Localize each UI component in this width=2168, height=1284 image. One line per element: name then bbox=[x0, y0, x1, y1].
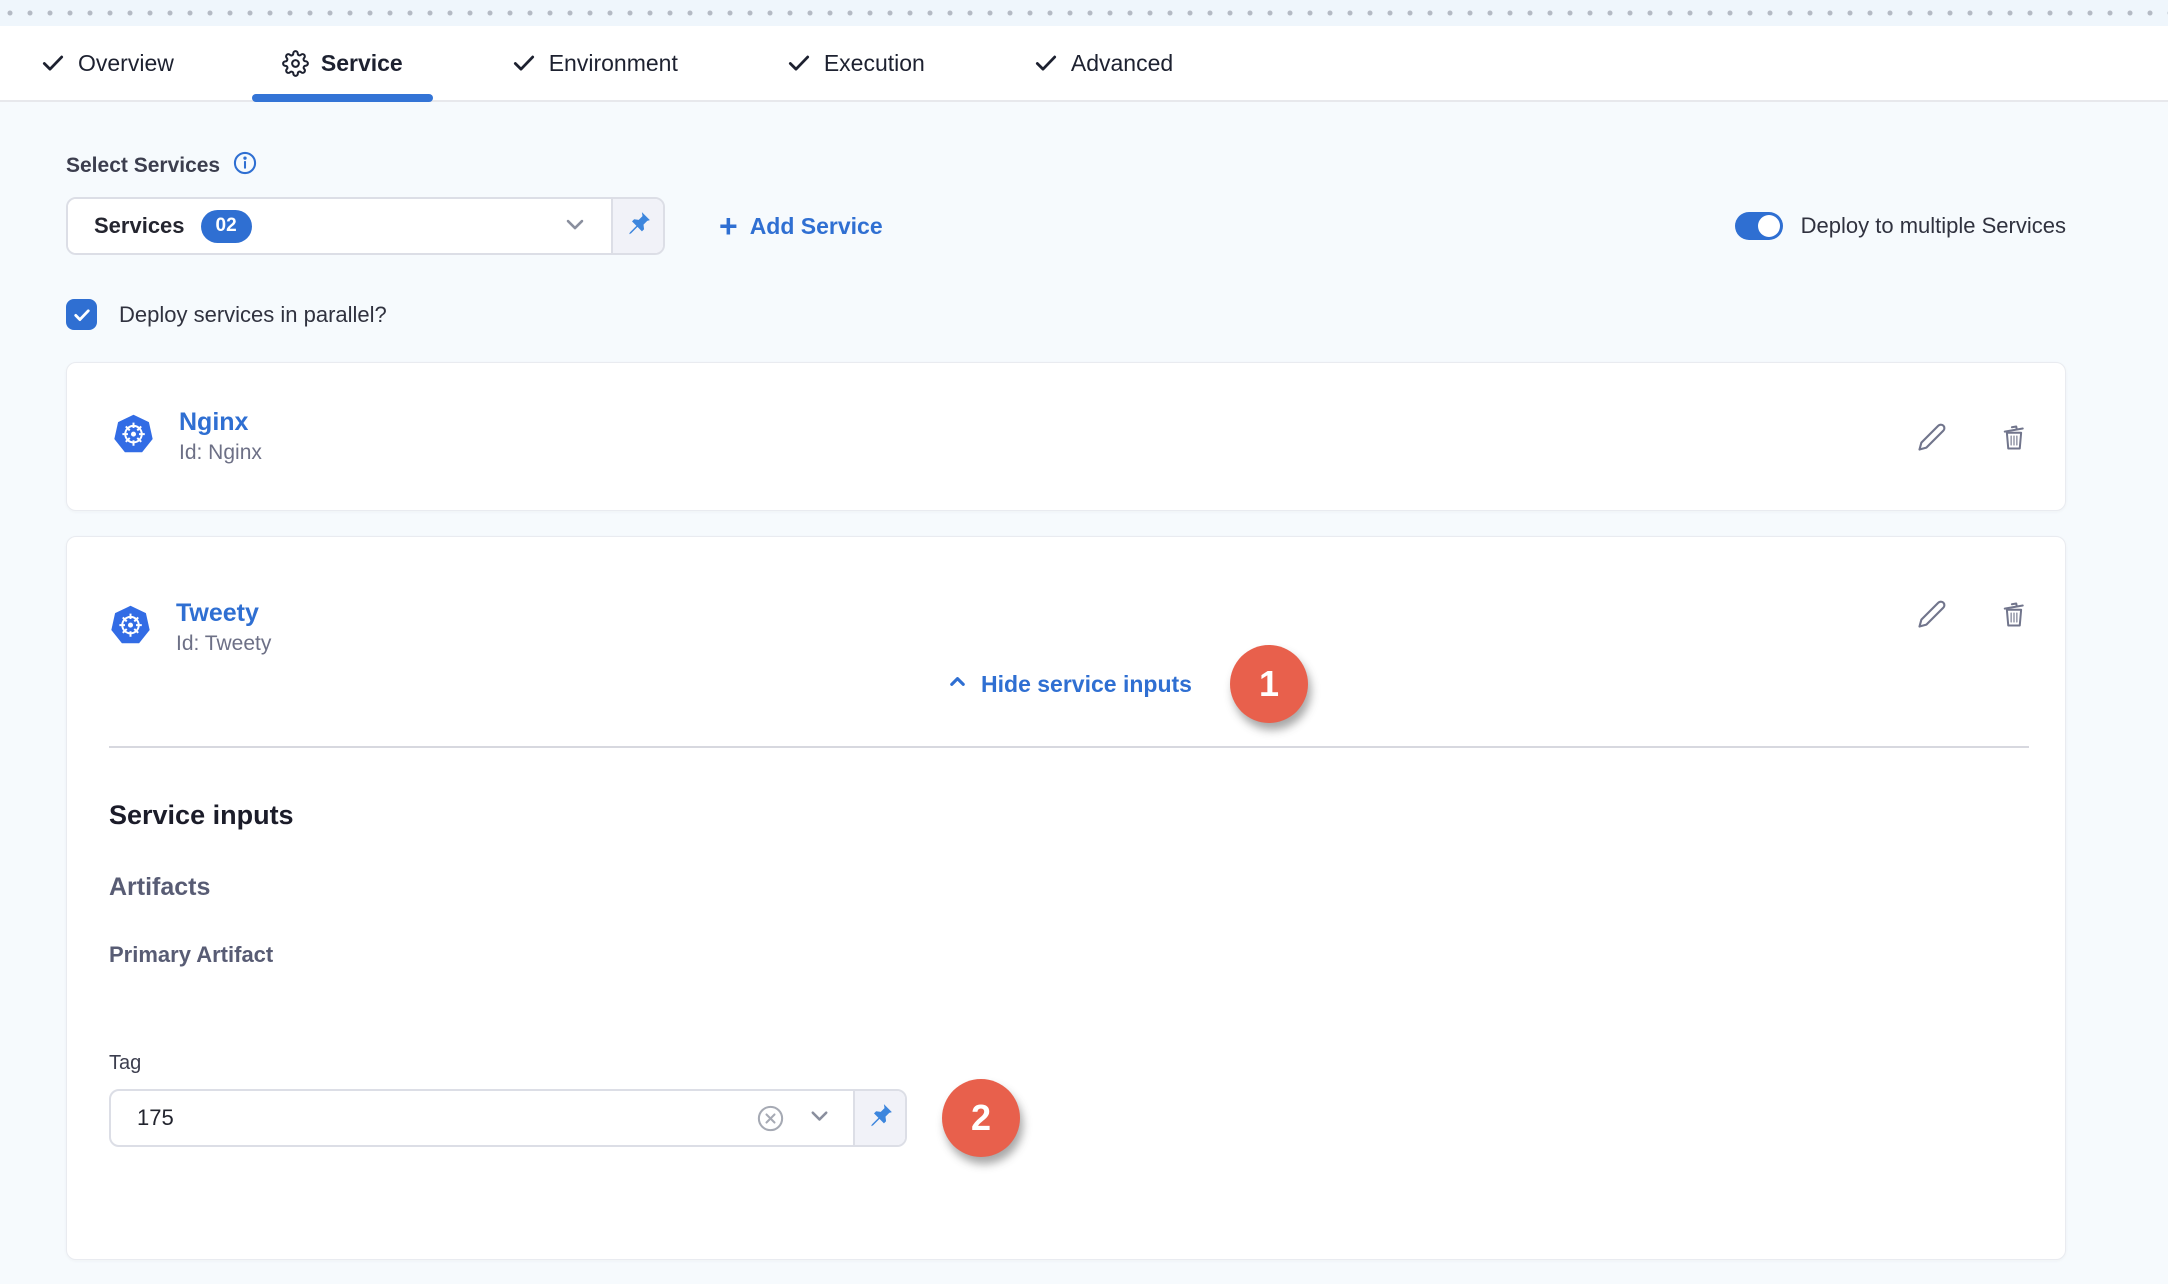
info-icon[interactable] bbox=[232, 150, 258, 181]
gear-icon bbox=[282, 50, 309, 77]
tab-environment[interactable]: Environment bbox=[481, 26, 708, 100]
add-service-label: Add Service bbox=[750, 213, 883, 240]
check-icon bbox=[786, 50, 812, 76]
pipeline-canvas-dotted-strip bbox=[0, 0, 2168, 26]
tag-input[interactable] bbox=[119, 1105, 735, 1131]
service-name-link[interactable]: Nginx bbox=[179, 408, 262, 437]
tab-label: Overview bbox=[78, 50, 174, 77]
tab-overview[interactable]: Overview bbox=[10, 26, 204, 100]
deploy-parallel-label: Deploy services in parallel? bbox=[119, 302, 387, 328]
divider bbox=[109, 746, 2029, 748]
services-count-badge: 02 bbox=[201, 210, 252, 243]
deploy-multiple-services-toggle[interactable] bbox=[1735, 212, 1783, 240]
toggle-knob bbox=[1758, 215, 1780, 237]
primary-artifact-heading: Primary Artifact bbox=[109, 942, 2029, 968]
deploy-parallel-checkbox[interactable] bbox=[66, 299, 97, 330]
pin-icon bbox=[865, 1101, 895, 1136]
tab-label: Advanced bbox=[1071, 50, 1173, 77]
hide-service-inputs-label: Hide service inputs bbox=[981, 671, 1192, 698]
trash-icon[interactable] bbox=[1999, 422, 2029, 452]
deploy-multiple-services-label: Deploy to multiple Services bbox=[1801, 213, 2066, 239]
edit-icon[interactable] bbox=[1917, 599, 1947, 629]
add-service-button[interactable]: + Add Service bbox=[719, 210, 883, 242]
kubernetes-icon bbox=[112, 413, 155, 461]
select-services-label: Select Services bbox=[66, 154, 220, 178]
services-dropdown-value: Services bbox=[94, 213, 185, 239]
artifacts-heading: Artifacts bbox=[109, 873, 2029, 902]
tab-label: Execution bbox=[824, 50, 925, 77]
tag-field-label: Tag bbox=[109, 1052, 2029, 1075]
trash-icon[interactable] bbox=[1999, 599, 2029, 629]
tab-label: Service bbox=[321, 50, 403, 77]
edit-icon[interactable] bbox=[1917, 422, 1947, 452]
check-icon bbox=[511, 50, 537, 76]
page: Overview Service Environment Execution A bbox=[0, 0, 2168, 1284]
service-card-nginx: Nginx Id: Nginx bbox=[66, 362, 2066, 511]
service-card-tweety: Tweety Id: Tweety bbox=[66, 536, 2066, 1260]
check-icon bbox=[40, 50, 66, 76]
chevron-down-icon[interactable] bbox=[806, 1102, 833, 1134]
pin-button[interactable] bbox=[853, 1091, 905, 1145]
stage-tabbar: Overview Service Environment Execution A bbox=[0, 26, 2168, 102]
check-icon bbox=[1033, 50, 1059, 76]
service-tab-panel: Select Services Services 02 bbox=[0, 102, 2168, 1284]
plus-icon: + bbox=[719, 210, 738, 242]
services-dropdown-field[interactable]: Services 02 bbox=[68, 199, 611, 253]
annotation-badge-1: 1 bbox=[1230, 645, 1308, 723]
tab-service[interactable]: Service bbox=[252, 26, 433, 100]
pin-icon bbox=[623, 209, 653, 244]
hide-service-inputs-link[interactable]: Hide service inputs bbox=[946, 670, 1192, 699]
service-inputs-title: Service inputs bbox=[109, 800, 2029, 831]
services-multiselect-dropdown[interactable]: Services 02 bbox=[66, 197, 665, 255]
chevron-down-icon bbox=[561, 210, 589, 243]
annotation-badge-2: 2 bbox=[942, 1079, 1020, 1157]
kubernetes-icon bbox=[109, 604, 152, 652]
tab-execution[interactable]: Execution bbox=[756, 26, 955, 100]
tab-label: Environment bbox=[549, 50, 678, 77]
service-id-label: Id: Tweety bbox=[176, 632, 271, 656]
service-id-label: Id: Nginx bbox=[179, 441, 262, 465]
tag-field-control bbox=[109, 1089, 907, 1147]
pin-button[interactable] bbox=[611, 199, 663, 253]
tab-advanced[interactable]: Advanced bbox=[1003, 26, 1203, 100]
chevron-up-icon bbox=[946, 670, 969, 699]
clear-circle-icon[interactable] bbox=[755, 1103, 786, 1134]
service-name-link[interactable]: Tweety bbox=[176, 599, 271, 628]
